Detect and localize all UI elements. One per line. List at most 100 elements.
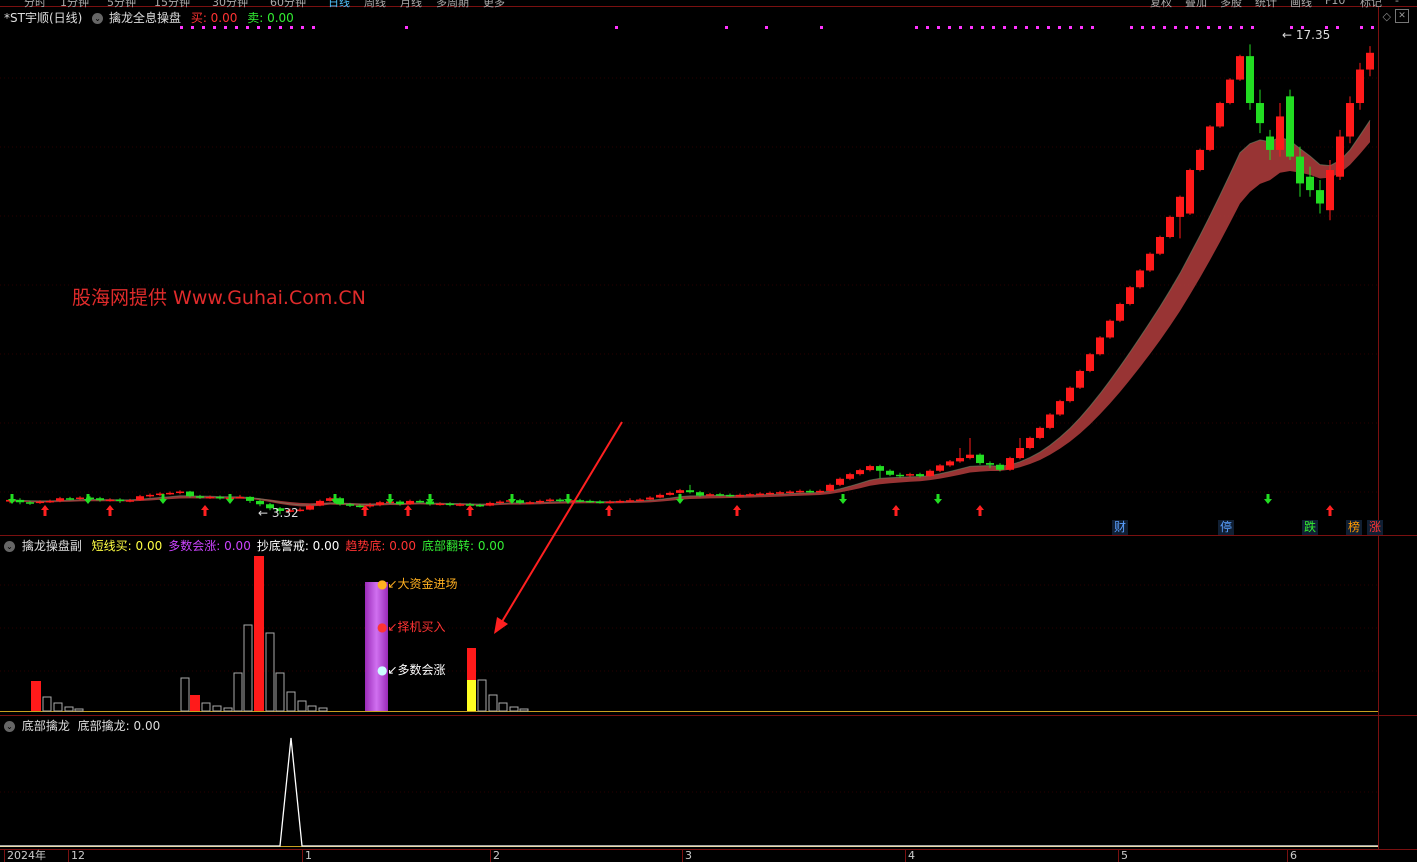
candle-body [1226,79,1234,104]
candle-body [886,470,894,475]
collapse-icon[interactable]: ⌄ [4,541,15,552]
signal-dot [992,26,995,29]
signal-dot [926,26,929,29]
right-tab-2[interactable]: 多股 [1220,0,1242,9]
buy-arrow [733,505,741,516]
top-tab-0[interactable]: 分时 [24,0,46,9]
right-tab-0[interactable]: 复权 [1150,0,1172,9]
right-tab-4[interactable]: 画线 [1290,0,1312,9]
signal-dot [948,26,951,29]
candle-body [1346,103,1354,137]
close-icon[interactable]: ✕ [1395,9,1409,23]
sub-panel-2-value: 底部擒龙: 0.00 [77,719,161,733]
signal-dot [202,26,205,29]
candle-body [1096,337,1104,355]
sub-panel-2-title[interactable]: 底部擒龙 [22,719,70,733]
top-tab-6[interactable]: 日线 [328,0,350,9]
collapse-icon[interactable]: ⌄ [92,13,104,24]
top-tab-8[interactable]: 月线 [400,0,422,9]
top-tab-1[interactable]: 1分钟 [60,0,89,9]
volume-bar [212,705,222,712]
volume-bar [297,700,307,712]
yellow-signal-bar [467,680,476,711]
event-badge-0[interactable]: 财 [1112,520,1129,535]
annotation-buy-timing: ●↙择机买入 [377,620,446,634]
candle-body [1046,414,1054,428]
top-tab-4[interactable]: 30分钟 [212,0,248,9]
top-tab-9[interactable]: 多周期 [436,0,469,9]
candle-body [1076,370,1084,388]
right-tab-1[interactable]: 叠加 [1185,0,1207,9]
sub1-item-3: 趋势底: 0.00 [345,539,416,553]
candle-body [166,492,174,495]
candle-body [1006,458,1014,470]
candle-body [106,499,114,502]
stock-name: *ST宇顺(日线) [4,11,83,25]
top-tab-5[interactable]: 60分钟 [270,0,306,9]
candle-body [1016,447,1024,459]
candle-body [446,503,454,506]
buy-arrow [404,505,412,516]
x-axis-label: 12 [68,850,85,862]
chart-stage: 分时 1分钟 5分钟 15分钟 30分钟 60分钟 日线 周线 月线 多周期 更多 复权 叠加 多股 统计 画… [0,0,1417,862]
diamond-icon[interactable]: ◇ [1383,10,1391,23]
chart-svg [0,6,1417,850]
x-axis-label: 2 [490,850,500,862]
collapse-icon[interactable]: ⌄ [4,721,15,732]
top-tab-7[interactable]: 周线 [364,0,386,9]
candle-body [1286,96,1294,157]
candle-body [826,484,834,491]
candle-body [46,500,54,503]
top-tab-3[interactable]: 15分钟 [154,0,190,9]
candle-body [1196,149,1204,171]
top-tab-10[interactable]: 更多 [483,0,505,9]
candle-body [146,494,154,497]
event-badge-4[interactable]: 涨 [1367,520,1384,535]
candle-body [536,500,544,503]
candle-body [126,500,134,502]
sub-panel-1-title[interactable]: 擒龙操盘副 [22,539,82,553]
candle-body [206,496,214,499]
volume-bar [53,702,63,712]
signal-dot [1196,26,1199,29]
candle-body [1316,190,1324,204]
right-tab-6[interactable]: 标记 [1360,0,1382,9]
candle-body [946,461,954,466]
event-badge-1[interactable]: 停 [1218,520,1235,535]
right-tab-7[interactable]: - [1395,0,1399,7]
candle-body [526,502,534,504]
candle-body [1326,170,1334,211]
signal-dot [1141,26,1144,29]
sub1-item-0: 短线买: 0.00 [91,539,163,553]
candle-body [776,492,784,494]
candle-body [1066,387,1074,402]
signal-dot [213,26,216,29]
signal-dot [257,26,260,29]
candle-body [626,500,634,502]
candle-body [966,454,974,459]
candle-body [1336,136,1344,177]
right-tab-3[interactable]: 统计 [1255,0,1277,9]
indicator-name[interactable]: 擒龙全息操盘 [109,11,181,25]
candle-body [366,504,374,507]
right-tab-5[interactable]: F10 [1325,0,1345,7]
event-badge-3[interactable]: 榜 [1346,520,1363,535]
candle-body [746,494,754,496]
candle-body [476,504,484,507]
candle-body [356,505,364,508]
signal-dot [970,26,973,29]
signal-dot [191,26,194,29]
event-badge-2[interactable]: 跌 [1302,520,1319,535]
candle-body [246,496,254,501]
candle-body [1266,136,1274,150]
candle-body [686,490,694,493]
signal-dot [1218,26,1221,29]
sub-panel-1-values: 短线买: 0.00 多数会涨: 0.00 抄底警戒: 0.00 趋势底: 0.00 底部… [86,539,505,553]
buy-arrow [1326,505,1334,516]
candle-body [1026,437,1034,448]
volume-bar [477,679,487,712]
signal-dot [937,26,940,29]
volume-bar [519,708,529,712]
buy-arrow [976,505,984,516]
top-tab-2[interactable]: 5分钟 [107,0,136,9]
